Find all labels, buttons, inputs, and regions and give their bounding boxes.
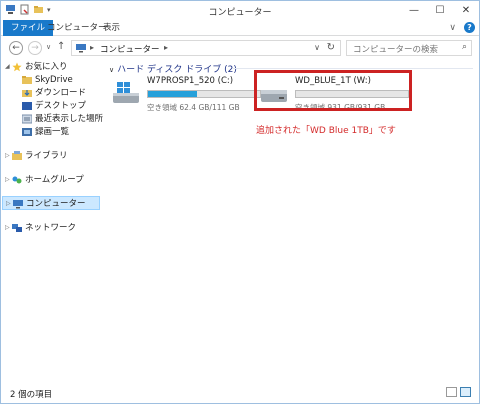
ribbon-expand-icon[interactable]: ∨ xyxy=(449,23,456,33)
nav-homegroup-label: ホームグループ xyxy=(25,175,84,185)
homegroup-icon xyxy=(12,176,22,184)
tiles-view-icon[interactable] xyxy=(460,387,471,397)
nav-item-label: デスクトップ xyxy=(35,101,87,111)
highlight-box xyxy=(254,70,412,111)
download-icon xyxy=(22,90,32,97)
search-input[interactable]: コンピューターの検索 ⌕ xyxy=(346,40,472,56)
nav-item-label: 最近表示した場所 xyxy=(35,114,104,124)
nav-item-downloads[interactable]: ダウンロード xyxy=(1,86,101,100)
view-buttons xyxy=(446,387,471,397)
drive-usage-bar xyxy=(147,90,261,98)
drive-free-space: 空き領域 62.4 GB/111 GB xyxy=(147,103,240,112)
chevron-down-icon[interactable]: ∨ xyxy=(109,66,114,74)
recordings-icon xyxy=(22,128,32,136)
drive-c[interactable]: W7PROSP1_520 (C:) 空き領域 62.4 GB/111 GB xyxy=(111,74,263,116)
recent-icon xyxy=(22,114,32,124)
navigation-pane: ◢ お気に入り SkyDrive ダウンロード デスクトップ 最近表示した場所 … xyxy=(1,60,104,382)
address-row: ← → ∨ ↑ ▸ コンピューター ▸ ∨ ↻ コンピューターの検索 ⌕ xyxy=(1,36,479,60)
system-drive-icon xyxy=(113,82,139,103)
drive-name: W7PROSP1_520 (C:) xyxy=(147,76,234,86)
forward-button[interactable]: → xyxy=(28,41,42,55)
nav-favorites[interactable]: ◢ お気に入り xyxy=(1,60,101,74)
folder-icon xyxy=(22,76,32,84)
back-button[interactable]: ← xyxy=(9,41,23,55)
search-placeholder: コンピューターの検索 xyxy=(353,45,439,55)
ribbon-tabs: ファイル コンピューター 表示 ∨ ? xyxy=(1,20,479,36)
item-count: 2 個の項目 xyxy=(10,390,53,400)
breadcrumb-computer[interactable]: コンピューター xyxy=(100,43,160,55)
expand-icon[interactable]: ▷ xyxy=(5,149,10,163)
nav-item-recent[interactable]: 最近表示した場所 xyxy=(1,112,104,126)
nav-item-recordings[interactable]: 録画一覧 xyxy=(1,125,101,139)
help-icon[interactable]: ? xyxy=(464,22,475,33)
drive-usage-fill xyxy=(148,91,198,97)
computer-icon xyxy=(13,200,23,209)
address-dropdown-icon[interactable]: ∨ xyxy=(314,43,320,52)
library-icon xyxy=(12,151,22,160)
nav-homegroup[interactable]: ▷ ホームグループ xyxy=(1,173,101,187)
close-button[interactable]: ✕ xyxy=(453,1,479,20)
address-bar[interactable]: ▸ コンピューター ▸ ∨ ↻ xyxy=(71,40,341,56)
annotation-text: 追加された「WD Blue 1TB」です xyxy=(256,126,396,136)
recent-locations-icon[interactable]: ∨ xyxy=(46,43,51,51)
maximize-button[interactable]: ☐ xyxy=(427,1,453,20)
nav-item-label: 録画一覧 xyxy=(35,127,70,137)
nav-item-skydrive[interactable]: SkyDrive xyxy=(1,73,101,87)
minimize-button[interactable]: — xyxy=(401,1,427,20)
details-view-icon[interactable] xyxy=(446,387,457,397)
status-bar: 2 個の項目 xyxy=(1,382,479,403)
explorer-window: ▾ コンピューター — ☐ ✕ ファイル コンピューター 表示 ∨ ? ← → … xyxy=(0,0,480,404)
nav-item-label: ダウンロード xyxy=(35,88,87,98)
up-button[interactable]: ↑ xyxy=(57,41,65,52)
nav-network-label: ネットワーク xyxy=(25,223,77,233)
nav-item-desktop[interactable]: デスクトップ xyxy=(1,99,101,113)
window-controls: — ☐ ✕ xyxy=(401,1,479,20)
nav-item-label: SkyDrive xyxy=(35,75,73,85)
expand-icon[interactable]: ▷ xyxy=(6,197,11,211)
nav-network[interactable]: ▷ ネットワーク xyxy=(1,221,101,235)
collapse-icon[interactable]: ◢ xyxy=(5,60,10,74)
expand-icon[interactable]: ▷ xyxy=(5,173,10,187)
group-divider xyxy=(233,68,473,69)
expand-icon[interactable]: ▷ xyxy=(5,221,10,235)
title-bar: ▾ コンピューター — ☐ ✕ xyxy=(1,1,479,20)
network-icon xyxy=(12,224,22,232)
nav-computer[interactable]: ▷ コンピューター xyxy=(2,196,100,210)
nav-libraries[interactable]: ▷ ライブラリ xyxy=(1,149,101,163)
nav-computer-label: コンピューター xyxy=(26,199,86,209)
desktop-icon xyxy=(22,102,32,110)
refresh-icon[interactable]: ↻ xyxy=(327,42,335,53)
tab-view[interactable]: 表示 xyxy=(95,20,128,36)
ribbon-controls: ∨ ? xyxy=(449,22,475,33)
breadcrumb-separator-icon[interactable]: ▸ xyxy=(90,43,94,52)
computer-icon xyxy=(76,44,86,53)
nav-libraries-label: ライブラリ xyxy=(25,151,68,161)
star-icon xyxy=(12,62,22,72)
search-icon[interactable]: ⌕ xyxy=(462,42,467,52)
breadcrumb-separator-icon[interactable]: ▸ xyxy=(164,43,168,52)
nav-favorites-label: お気に入り xyxy=(25,62,68,72)
